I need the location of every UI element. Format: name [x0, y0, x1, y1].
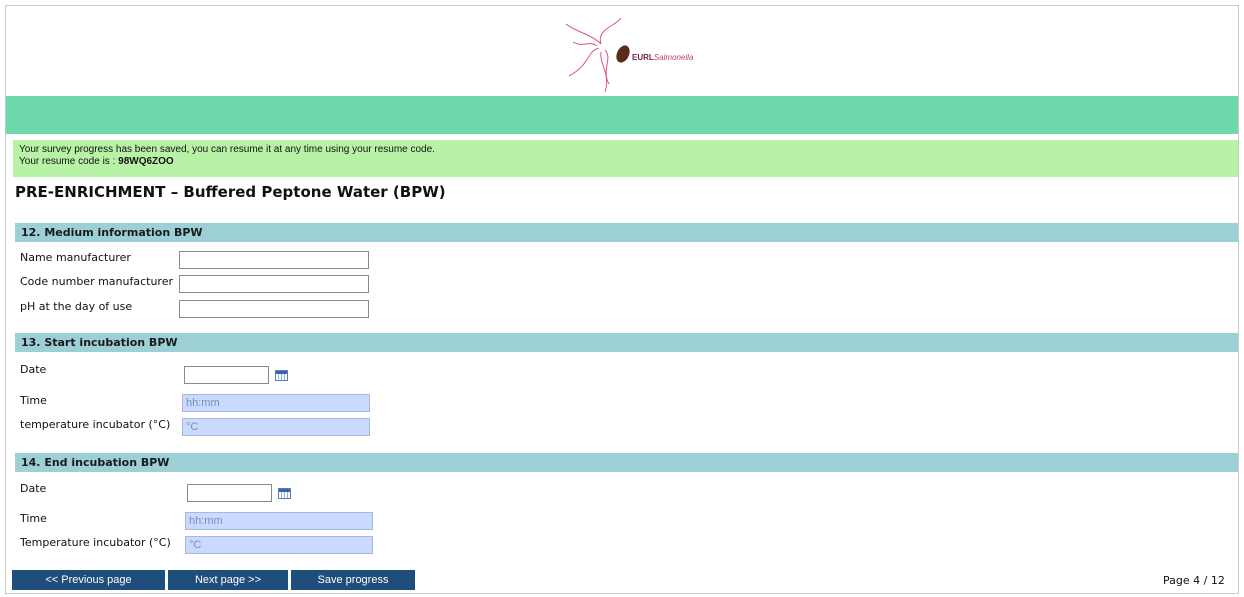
section-13-header: 13. Start incubation BPW: [15, 333, 1238, 352]
resume-code: 98WQ6ZOO: [118, 156, 174, 167]
end-temperature-input[interactable]: [185, 536, 373, 554]
label-code-number-manufacturer: Code number manufacturer: [20, 275, 174, 288]
name-manufacturer-input[interactable]: [179, 251, 369, 269]
start-temperature-input[interactable]: [182, 418, 370, 436]
start-date-input[interactable]: [184, 366, 269, 384]
next-page-button[interactable]: Next page >>: [168, 570, 288, 590]
header-band: [6, 96, 1238, 134]
calendar-icon[interactable]: [275, 370, 288, 381]
logo-header: EURLSalmonella: [6, 6, 1238, 96]
label-start-time: Time: [20, 394, 47, 407]
end-time-input[interactable]: [185, 512, 373, 530]
ph-input[interactable]: [179, 300, 369, 318]
label-end-date: Date: [20, 482, 47, 495]
survey-frame: EURLSalmonella Your survey progress has …: [5, 5, 1239, 594]
save-progress-button[interactable]: Save progress: [291, 570, 415, 590]
label-start-date: Date: [20, 363, 47, 376]
label-ph-at-day-of-use: pH at the day of use: [20, 300, 133, 313]
label-end-time: Time: [20, 512, 47, 525]
label-end-temperature: Temperature incubator (°C): [20, 536, 171, 549]
page-indicator: Page 4 / 12: [1163, 574, 1225, 587]
section-12-header: 12. Medium information BPW: [15, 223, 1238, 242]
section-14-header: 14. End incubation BPW: [15, 453, 1238, 472]
logo-text-eurl: EURL: [632, 53, 654, 62]
end-date-input[interactable]: [187, 484, 272, 502]
logo-text-salmonella: Salmonella: [653, 53, 694, 62]
save-notice: Your survey progress has been saved, you…: [13, 140, 1238, 177]
logo-wordmark: EURLSalmonella: [632, 53, 693, 62]
eurl-salmonella-logo: [565, 17, 630, 93]
previous-page-button[interactable]: << Previous page: [12, 570, 165, 590]
label-start-temperature: temperature incubator (°C): [20, 418, 171, 431]
resume-code-prefix: Your resume code is :: [19, 156, 119, 167]
notice-line-2: Your resume code is : 98WQ6ZOO: [19, 156, 1232, 168]
notice-line-1: Your survey progress has been saved, you…: [19, 144, 435, 155]
page-title: PRE-ENRICHMENT – Buffered Peptone Water …: [15, 183, 446, 201]
label-name-manufacturer: Name manufacturer: [20, 251, 131, 264]
start-time-input[interactable]: [182, 394, 370, 412]
code-number-manufacturer-input[interactable]: [179, 275, 369, 293]
calendar-icon[interactable]: [278, 488, 291, 499]
